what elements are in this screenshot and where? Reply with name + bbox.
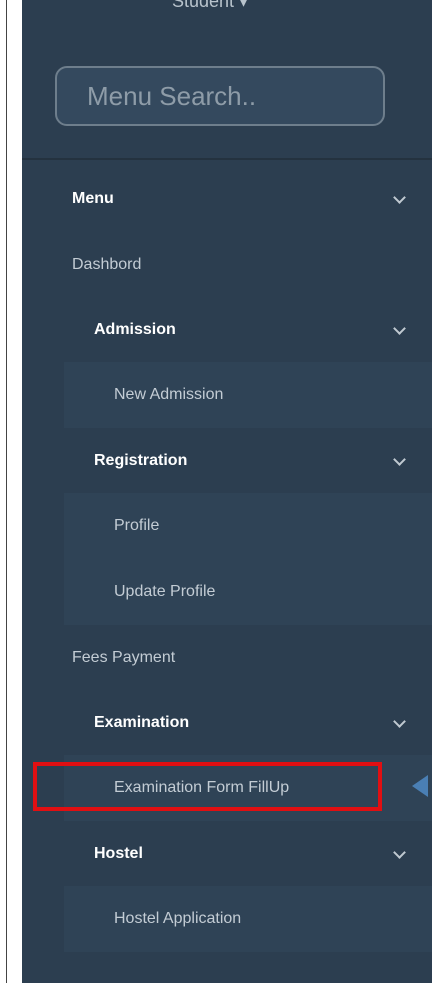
sidebar-item-label: Registration (94, 452, 188, 469)
chevron-down-icon (393, 322, 406, 335)
sidebar-item-label: Update Profile (114, 583, 216, 600)
sidebar-item-label: Dashbord (72, 256, 142, 273)
chevron-down-icon (393, 846, 406, 859)
sidebar-item-label: New Admission (114, 386, 224, 403)
sidebar-item-fees-payment[interactable]: Fees Payment (22, 625, 432, 691)
sidebar-item-registration[interactable]: Registration (22, 428, 432, 494)
sidebar-item-label: Examination (94, 714, 190, 731)
menu-search-placeholder: Menu Search.. (87, 80, 257, 111)
sidebar-item-hostel-application[interactable]: Hostel Application (22, 886, 432, 952)
sidebar-menu: Student ▾ Menu Search.. Menu Dashbord Ad… (22, 0, 432, 983)
sidebar-item-new-admission[interactable]: New Admission (22, 362, 432, 428)
menu-search-input[interactable]: Menu Search.. (55, 66, 385, 126)
highlight-box (33, 762, 382, 811)
sidebar-item-hostel[interactable]: Hostel (22, 821, 432, 887)
menu-header-label: Menu (72, 190, 114, 207)
chevron-down-icon (393, 191, 406, 204)
sidebar-item-label: Hostel Application (114, 910, 242, 927)
sidebar-item-label: Fees Payment (72, 649, 176, 666)
sidebar-item-profile[interactable]: Profile (22, 493, 432, 559)
user-label: Student ▾ (172, 0, 249, 11)
menu-header[interactable]: Menu (22, 166, 432, 232)
arrow-pointer-icon (412, 775, 428, 797)
sidebar-item-label: Profile (114, 517, 160, 534)
divider (22, 158, 432, 160)
chevron-down-icon (393, 453, 406, 466)
sidebar-item-dashboard[interactable]: Dashbord (22, 232, 432, 298)
sidebar-item-examination[interactable]: Examination (22, 690, 432, 756)
user-dropdown[interactable]: Student ▾ (22, 0, 432, 18)
sidebar-item-admission[interactable]: Admission (22, 297, 432, 363)
sidebar-item-update-profile[interactable]: Update Profile (22, 559, 432, 625)
chevron-down-icon (393, 715, 406, 728)
sidebar-item-label: Admission (94, 321, 176, 338)
sidebar-item-label: Hostel (94, 845, 143, 862)
